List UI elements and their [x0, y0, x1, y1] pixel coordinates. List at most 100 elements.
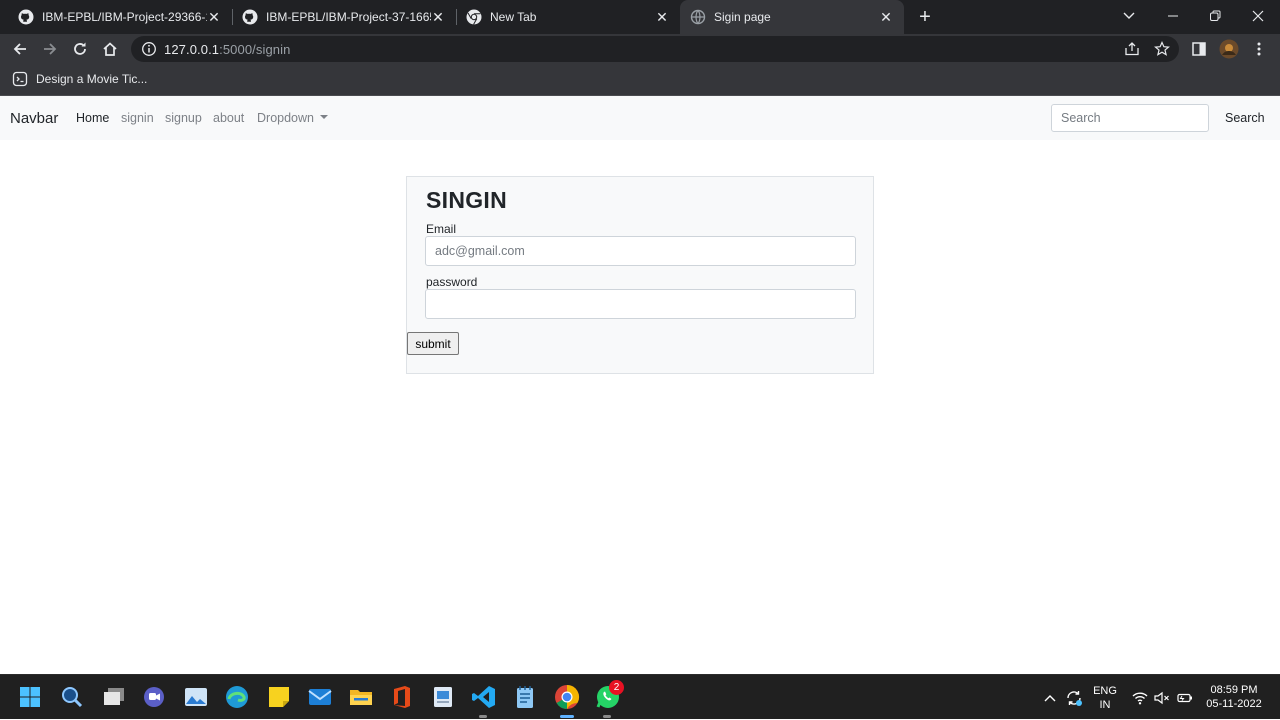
volume-tray-button[interactable]	[1152, 675, 1172, 720]
bookmark-item[interactable]: Design a Movie Tic...	[12, 71, 147, 87]
home-button[interactable]	[100, 39, 120, 59]
reload-button[interactable]	[70, 39, 90, 59]
close-window-button[interactable]	[1245, 4, 1271, 28]
teams-chat-button[interactable]	[140, 683, 168, 711]
search-icon	[62, 687, 83, 708]
start-button[interactable]	[16, 683, 44, 711]
signin-form: SINGIN Email password submit	[406, 176, 874, 374]
restore-button[interactable]	[1202, 4, 1228, 28]
email-field[interactable]	[425, 236, 856, 266]
nav-dropdown[interactable]: Dropdown	[257, 111, 328, 125]
task-view-button[interactable]	[100, 683, 128, 711]
back-button[interactable]	[10, 39, 30, 59]
globe-icon	[690, 9, 706, 25]
mail-icon	[308, 689, 332, 705]
tab-title: IBM-EPBL/IBM-Project-29366-16	[42, 10, 207, 24]
clock-date: 05-11-2022	[1206, 698, 1262, 710]
chevron-down-icon	[1123, 12, 1135, 19]
side-panel-icon	[1192, 42, 1206, 56]
sticky-notes-button[interactable]	[265, 683, 293, 711]
wifi-tray-button[interactable]	[1130, 675, 1150, 720]
notepad-image-button[interactable]	[429, 683, 457, 711]
github-icon	[18, 9, 34, 25]
office-icon	[394, 686, 410, 708]
new-tab-button[interactable]: +	[915, 7, 935, 27]
tab-search-button[interactable]	[1116, 4, 1142, 28]
url-path: :5000/signin	[219, 42, 291, 57]
running-app-indicator	[603, 715, 611, 718]
nav-link-about[interactable]: about	[213, 111, 244, 125]
tab-github-project-2[interactable]: IBM-EPBL/IBM-Project-37-16659 ✕	[224, 0, 456, 34]
tab-new-tab[interactable]: New Tab ✕	[448, 0, 680, 34]
nav-link-signin[interactable]: signin	[121, 111, 154, 125]
form-heading: SINGIN	[426, 187, 508, 213]
forward-button[interactable]	[40, 39, 60, 59]
tab-title: IBM-EPBL/IBM-Project-37-16659	[266, 10, 431, 24]
navbar-brand[interactable]: Navbar	[10, 110, 58, 127]
minimize-button[interactable]	[1160, 4, 1186, 28]
tab-github-project-1[interactable]: IBM-EPBL/IBM-Project-29366-16 ✕	[0, 0, 232, 34]
edge-icon	[226, 686, 248, 708]
web-page: Navbar Home signin signup about Dropdown…	[0, 96, 1280, 674]
clock[interactable]: 08:59 PM 05-11-2022	[1203, 683, 1265, 711]
mail-button[interactable]	[306, 683, 334, 711]
tab-signin-page[interactable]: Sigin page ✕	[680, 0, 904, 34]
close-icon[interactable]: ✕	[878, 9, 894, 25]
close-icon[interactable]: ✕	[654, 9, 670, 25]
show-hidden-icons-button[interactable]	[1042, 675, 1058, 720]
sync-tray-button[interactable]	[1064, 675, 1084, 720]
close-icon	[1252, 10, 1264, 22]
clock-time: 08:59 PM	[1210, 684, 1258, 696]
password-label: password	[426, 275, 478, 289]
browser-tab-strip: IBM-EPBL/IBM-Project-29366-16 ✕ IBM-EPBL…	[0, 0, 1280, 34]
close-icon[interactable]: ✕	[206, 9, 222, 25]
kebab-menu-icon	[1257, 42, 1261, 56]
language-code: ENG	[1093, 685, 1117, 697]
menu-button[interactable]	[1249, 39, 1269, 59]
battery-icon	[1177, 693, 1192, 702]
bookmark-label: Design a Movie Tic...	[36, 72, 148, 86]
photos-button[interactable]	[182, 683, 210, 711]
reload-icon	[74, 42, 86, 55]
password-field[interactable]	[425, 289, 856, 319]
photos-icon	[185, 688, 207, 706]
submit-button[interactable]: submit	[407, 332, 459, 355]
star-icon[interactable]	[1154, 41, 1170, 57]
vscode-button[interactable]	[470, 683, 498, 711]
volume-muted-icon	[1154, 691, 1169, 704]
task-view-icon	[104, 688, 124, 705]
browser-toolbar: 127.0.0.1:5000/signin	[0, 34, 1280, 64]
vscode-icon	[472, 686, 495, 708]
github-icon	[242, 9, 258, 25]
search-button[interactable]: Search	[1217, 104, 1273, 132]
url-host: 127.0.0.1	[164, 42, 220, 57]
notepad-icon	[517, 686, 533, 708]
nav-link-home[interactable]: Home	[76, 111, 109, 125]
chrome-button[interactable]	[553, 683, 581, 711]
file-explorer-button[interactable]	[347, 683, 375, 711]
taskbar: ENG IN 08:59 PM 05-11-2022	[0, 674, 1280, 719]
office-button[interactable]	[388, 683, 416, 711]
side-panel-button[interactable]	[1189, 39, 1209, 59]
tab-title: Sigin page	[714, 10, 771, 24]
edge-button[interactable]	[223, 683, 251, 711]
notepad-button[interactable]	[511, 683, 539, 711]
document-image-icon	[434, 687, 452, 707]
address-bar[interactable]: 127.0.0.1:5000/signin	[131, 36, 1179, 62]
share-icon[interactable]	[1124, 42, 1140, 56]
bookmarks-bar: Design a Movie Tic...	[0, 64, 1280, 96]
email-label: Email	[426, 222, 457, 236]
battery-tray-button[interactable]	[1175, 675, 1195, 720]
close-icon[interactable]: ✕	[430, 9, 446, 25]
search-input[interactable]	[1051, 104, 1209, 132]
taskbar-search-button[interactable]	[58, 683, 86, 711]
nav-link-signup[interactable]: signup	[165, 111, 202, 125]
chevron-up-icon	[1044, 694, 1056, 701]
profile-avatar[interactable]	[1219, 39, 1239, 59]
running-app-indicator	[479, 715, 487, 718]
colab-notebook-icon	[12, 71, 28, 87]
input-language-indicator[interactable]: ENG IN	[1093, 684, 1117, 712]
wifi-icon	[1132, 691, 1148, 704]
info-icon[interactable]	[141, 41, 157, 57]
caret-down-icon	[319, 115, 328, 119]
